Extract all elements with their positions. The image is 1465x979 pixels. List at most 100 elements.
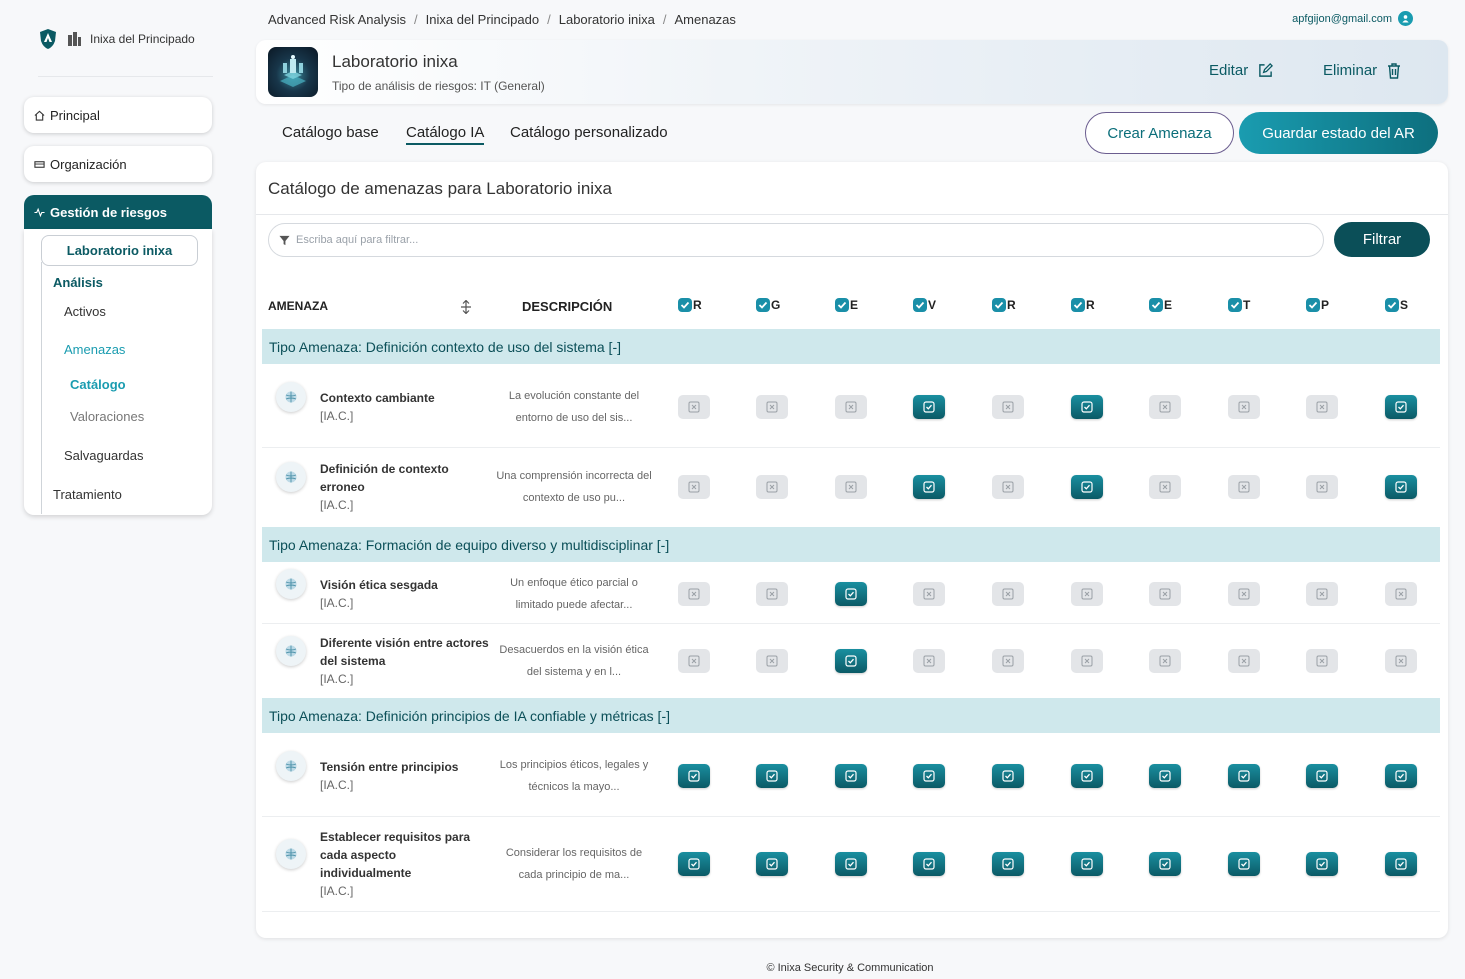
unchecked-toggle[interactable] xyxy=(1306,581,1338,606)
column-toggle-3[interactable]: V xyxy=(913,298,936,312)
unchecked-toggle[interactable] xyxy=(835,475,867,499)
checked-toggle[interactable] xyxy=(1071,475,1103,499)
checked-toggle[interactable] xyxy=(1228,764,1260,788)
checked-toggle[interactable] xyxy=(992,851,1024,876)
menu-catalogo[interactable]: Catálogo xyxy=(70,377,126,392)
column-toggle-7[interactable]: T xyxy=(1228,298,1250,312)
checked-toggle[interactable] xyxy=(1306,764,1338,788)
tab-catalogo-base[interactable]: Catálogo base xyxy=(282,124,379,141)
unchecked-toggle[interactable] xyxy=(992,581,1024,606)
unchecked-toggle[interactable] xyxy=(992,475,1024,499)
unchecked-toggle[interactable] xyxy=(756,649,788,673)
checked-toggle[interactable] xyxy=(678,764,710,788)
filter-input[interactable]: Escriba aquí para filtrar... xyxy=(268,223,1324,257)
checked-toggle[interactable] xyxy=(835,764,867,788)
unchecked-toggle[interactable] xyxy=(1228,649,1260,673)
menu-salvaguardas[interactable]: Salvaguardas xyxy=(64,448,144,463)
unchecked-toggle[interactable] xyxy=(678,581,710,606)
unchecked-toggle[interactable] xyxy=(835,395,867,419)
checked-toggle[interactable] xyxy=(1228,851,1260,876)
nav-gestion-riesgos[interactable]: Gestión de riesgos xyxy=(24,195,212,229)
column-toggle-0[interactable]: R xyxy=(678,298,702,312)
tab-catalogo-personalizado[interactable]: Catálogo personalizado xyxy=(510,124,668,141)
unchecked-toggle[interactable] xyxy=(756,581,788,606)
unchecked-toggle[interactable] xyxy=(992,649,1024,673)
unchecked-toggle[interactable] xyxy=(1306,475,1338,499)
column-toggle-2[interactable]: E xyxy=(835,298,858,312)
unchecked-toggle[interactable] xyxy=(992,395,1024,419)
checked-toggle[interactable] xyxy=(1385,395,1417,419)
unchecked-toggle[interactable] xyxy=(913,581,945,606)
unchecked-toggle[interactable] xyxy=(1149,649,1181,673)
project-selector[interactable]: Laboratorio inixa xyxy=(41,235,198,266)
unchecked-toggle[interactable] xyxy=(1149,581,1181,606)
threat-name-cell[interactable]: Visión ética sesgada [IA.C.] xyxy=(320,576,490,612)
checked-toggle[interactable] xyxy=(913,395,945,419)
threat-name-cell[interactable]: Diferente visión entre actores del siste… xyxy=(320,634,490,688)
checked-toggle[interactable] xyxy=(913,851,945,876)
unchecked-toggle[interactable] xyxy=(756,475,788,499)
checked-toggle[interactable] xyxy=(835,649,867,673)
crumb-project[interactable]: Laboratorio inixa xyxy=(559,12,655,27)
checked-toggle[interactable] xyxy=(913,764,945,788)
unchecked-toggle[interactable] xyxy=(678,649,710,673)
unchecked-toggle[interactable] xyxy=(1306,395,1338,419)
checked-toggle[interactable] xyxy=(1071,851,1103,876)
checked-toggle[interactable] xyxy=(1149,851,1181,876)
menu-activos[interactable]: Activos xyxy=(64,304,106,319)
menu-valoraciones[interactable]: Valoraciones xyxy=(70,409,144,424)
menu-analisis[interactable]: Análisis xyxy=(53,275,103,290)
delete-button[interactable]: Eliminar xyxy=(1323,62,1401,79)
filter-button[interactable]: Filtrar xyxy=(1334,222,1430,257)
unchecked-toggle[interactable] xyxy=(1149,475,1181,499)
unchecked-toggle[interactable] xyxy=(1228,581,1260,606)
column-toggle-9[interactable]: S xyxy=(1385,298,1408,312)
threat-name-cell[interactable]: Tensión entre principios [IA.C.] xyxy=(320,758,490,794)
crumb-org[interactable]: Inixa del Principado xyxy=(426,12,539,27)
tab-catalogo-ia[interactable]: Catálogo IA xyxy=(406,124,485,145)
unchecked-toggle[interactable] xyxy=(1385,581,1417,606)
unchecked-toggle[interactable] xyxy=(756,395,788,419)
unchecked-toggle[interactable] xyxy=(913,649,945,673)
threat-name-cell[interactable]: Contexto cambiante [IA.C.] xyxy=(320,389,490,425)
checked-toggle[interactable] xyxy=(678,851,710,876)
checked-toggle[interactable] xyxy=(992,764,1024,788)
unchecked-toggle[interactable] xyxy=(1228,475,1260,499)
column-toggle-4[interactable]: R xyxy=(992,298,1016,312)
checked-toggle[interactable] xyxy=(1071,764,1103,788)
unchecked-toggle[interactable] xyxy=(1149,395,1181,419)
unchecked-toggle[interactable] xyxy=(1071,649,1103,673)
checked-toggle[interactable] xyxy=(1306,851,1338,876)
threat-group-row[interactable]: Tipo Amenaza: Formación de equipo divers… xyxy=(262,527,1440,562)
checked-toggle[interactable] xyxy=(1385,764,1417,788)
column-toggle-6[interactable]: E xyxy=(1149,298,1172,312)
checked-toggle[interactable] xyxy=(756,851,788,876)
menu-tratamiento[interactable]: Tratamiento xyxy=(53,487,122,502)
user-menu[interactable]: apfgijon@gmail.com xyxy=(1292,11,1413,26)
menu-amenazas[interactable]: Amenazas xyxy=(64,342,125,357)
column-toggle-8[interactable]: P xyxy=(1306,298,1329,312)
save-state-button[interactable]: Guardar estado del AR xyxy=(1239,112,1438,154)
unchecked-toggle[interactable] xyxy=(1385,649,1417,673)
crumb-ara[interactable]: Advanced Risk Analysis xyxy=(268,12,406,27)
checked-toggle[interactable] xyxy=(835,581,867,606)
checked-toggle[interactable] xyxy=(1071,395,1103,419)
threat-name-cell[interactable]: Establecer requisitos para cada aspecto … xyxy=(320,828,490,900)
threat-group-row[interactable]: Tipo Amenaza: Definición principios de I… xyxy=(262,698,1440,733)
unchecked-toggle[interactable] xyxy=(678,475,710,499)
checked-toggle[interactable] xyxy=(1385,475,1417,499)
checked-toggle[interactable] xyxy=(756,764,788,788)
threat-group-row[interactable]: Tipo Amenaza: Definición contexto de uso… xyxy=(262,329,1440,364)
sort-icon[interactable] xyxy=(460,300,472,314)
unchecked-toggle[interactable] xyxy=(1071,581,1103,606)
unchecked-toggle[interactable] xyxy=(1306,649,1338,673)
column-toggle-1[interactable]: G xyxy=(756,298,780,312)
unchecked-toggle[interactable] xyxy=(1228,395,1260,419)
column-toggle-5[interactable]: R xyxy=(1071,298,1095,312)
threat-name-cell[interactable]: Definición de contexto erroneo [IA.C.] xyxy=(320,460,490,514)
nav-principal[interactable]: Principal xyxy=(24,97,212,133)
checked-toggle[interactable] xyxy=(835,851,867,876)
nav-organizacion[interactable]: Organización xyxy=(24,146,212,182)
checked-toggle[interactable] xyxy=(1385,851,1417,876)
edit-button[interactable]: Editar xyxy=(1209,62,1274,79)
